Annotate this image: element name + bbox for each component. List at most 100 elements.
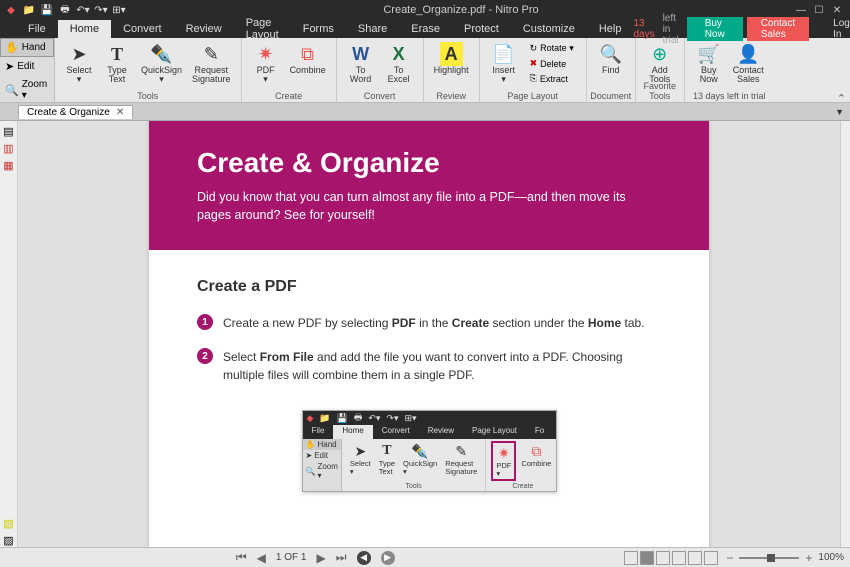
view-fit-width[interactable] [688,551,702,565]
bookmarks-panel-icon[interactable]: ▥ [3,142,13,155]
mini-group-create: ✷PDF▾ ⧉Combine Create [486,439,559,491]
mini-menu-tabs: File Home Convert Review Page Layout Fo [303,425,556,439]
delete-button[interactable]: ✖Delete [528,57,576,70]
cart-icon: 🛒 [698,42,720,66]
pages-panel-icon[interactable]: ▤ [3,125,13,138]
tab-convert[interactable]: Convert [111,20,174,38]
mini-more-icon: ⊞▾ [404,413,416,424]
zoom-control: − + 100% [726,551,844,565]
tab-file[interactable]: File [16,20,58,38]
tab-forms[interactable]: Forms [291,20,346,38]
mini-tab-home: Home [333,425,372,439]
mini-quicksign-label: QuickSign▾ [403,460,437,475]
comments-panel-icon[interactable]: ▧ [3,517,13,530]
zoom-level: 100% [818,552,844,563]
extract-button[interactable]: ⎘Extract [528,72,576,85]
doc-step-1: 1 Create a new PDF by selecting PDF in t… [197,314,661,332]
edit-tool[interactable]: ➤Edit [0,57,54,76]
s2a: Select [223,350,260,364]
document-tab-title: Create & Organize [27,107,110,118]
undo-dropdown-icon[interactable]: ↶▾ [76,3,90,17]
mini-pdf-highlighted: ✷PDF▾ [491,441,516,481]
group-document-label: Document [587,91,635,101]
document-tab[interactable]: Create & Organize ✕ [18,105,133,119]
print-icon[interactable]: 🖶 [58,3,72,17]
hand-tool[interactable]: ✋Hand [0,38,54,57]
document-tabs: Create & Organize ✕ ▼ [0,103,850,121]
highlight-button[interactable]: AHighlight [430,40,473,92]
left-sidebar: ▤ ▥ ▦ ▧ ▨ [0,121,18,547]
request-signature-button[interactable]: ✎RequestSignature [188,40,235,92]
combine-icon: ⧉ [301,42,314,66]
find-icon: 🔍 [600,42,622,66]
mini-open-icon: 📁 [319,413,330,424]
create-pdf-button[interactable]: ✷PDF▾ [248,40,284,92]
vertical-scrollbar[interactable] [840,121,850,547]
view-continuous[interactable] [640,551,654,565]
tab-review[interactable]: Review [174,20,234,38]
close-window-button[interactable]: ✕ [828,5,846,16]
zoom-slider[interactable] [739,557,799,559]
attachments-panel-icon[interactable]: ▦ [3,159,13,172]
group-pagelayout-label: Page Layout [480,91,586,101]
ribbon-collapse-button[interactable]: ⌃ [837,92,846,105]
insert-button[interactable]: 📄Insert▾ [486,40,522,92]
s1g: tab. [621,316,644,330]
highlight-label: Highlight [434,66,469,75]
prev-page-button[interactable]: ◀ [257,551,266,565]
zoom-out-button[interactable]: − [726,551,733,565]
rotate-button[interactable]: ↻Rotate ▾ [528,42,576,55]
tab-protect[interactable]: Protect [452,20,511,38]
view-facing-continuous[interactable] [672,551,686,565]
view-fit-page[interactable] [704,551,718,565]
tab-home[interactable]: Home [58,20,111,38]
view-facing[interactable] [656,551,670,565]
redo-dropdown-icon[interactable]: ↷▾ [94,3,108,17]
combine-button[interactable]: ⧉Combine [286,40,330,92]
search-panel-icon[interactable]: ▨ [3,534,13,547]
tab-share[interactable]: Share [346,20,399,38]
to-word-button[interactable]: WToWord [343,40,379,92]
mini-pdf-label: PDF▾ [496,462,511,477]
nav-back-button[interactable]: ◀ [357,551,371,565]
tab-customize[interactable]: Customize [511,20,587,38]
ribbon-contact-sales-button[interactable]: 👤ContactSales [729,40,768,92]
document-tab-close[interactable]: ✕ [116,107,124,118]
minimize-button[interactable]: — [792,5,810,16]
zoom-slider-thumb[interactable] [767,554,775,562]
document-viewport[interactable]: Create & Organize Did you know that you … [18,121,840,547]
view-single-page[interactable] [624,551,638,565]
save-icon[interactable]: 💾 [40,3,54,17]
login-button[interactable]: Log In [819,18,850,40]
tab-help[interactable]: Help [587,20,634,38]
doc-content: Create a PDF 1 Create a new PDF by selec… [149,250,709,520]
to-excel-button[interactable]: XToExcel [381,40,417,92]
excel-icon: X [393,42,405,66]
typetext-button[interactable]: TTypeText [99,40,135,92]
nav-forward-button[interactable]: ▶ [381,551,395,565]
zoom-tool[interactable]: 🔍Zoom ▾ [0,76,54,104]
last-page-button[interactable]: ⏭ [336,550,347,565]
group-review-label: Review [424,91,479,101]
more-dropdown-icon[interactable]: ⊞▾ [112,3,126,17]
quicksign-button[interactable]: ✒️QuickSign▾ [137,40,186,92]
embedded-screenshot: ◆ 📁 💾 🖶 ↶▾ ↷▾ ⊞▾ File Home Convert Revie… [302,410,557,492]
tab-pagelayout[interactable]: Page Layout [234,20,291,38]
next-page-button[interactable]: ▶ [316,551,325,565]
ribbon-buy-now-button[interactable]: 🛒BuyNow [691,40,727,92]
tab-erase[interactable]: Erase [399,20,452,38]
maximize-button[interactable]: ☐ [810,5,828,16]
ribbon: ✋Hand ➤Edit 🔍Zoom ▾ ➤Select▾ TTypeText ✒… [0,38,850,103]
view-mode-buttons [624,551,718,565]
mini-combine: ⧉Combine [518,441,554,481]
s2b: From File [260,350,314,364]
find-button[interactable]: 🔍Find [593,40,629,92]
first-page-button[interactable]: ⏮ [236,550,247,565]
tab-dropdown-button[interactable]: ▼ [835,107,844,117]
mini-leftpanel: ✋Hand ➤Edit 🔍Zoom ▾ [303,439,342,491]
zoom-in-button[interactable]: + [805,551,812,565]
select-button[interactable]: ➤Select▾ [61,40,97,92]
doc-banner: Create & Organize Did you know that you … [149,121,709,250]
open-icon[interactable]: 📁 [22,3,36,17]
s1c: in the [416,316,452,330]
